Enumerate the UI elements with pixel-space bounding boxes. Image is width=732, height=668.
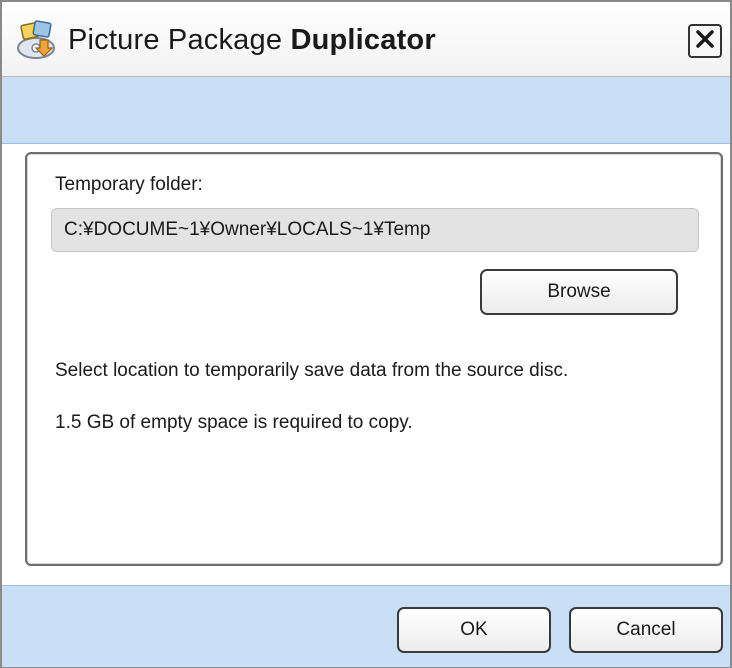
window-title: Picture Package Duplicator — [68, 24, 436, 57]
picture-package-icon — [12, 18, 60, 62]
header-band — [2, 77, 730, 144]
space-requirement-text: 1.5 GB of empty space is required to cop… — [55, 412, 413, 433]
cancel-button[interactable]: Cancel — [569, 607, 723, 653]
title-bold: Duplicator — [290, 24, 436, 56]
browse-button[interactable]: Browse — [480, 269, 678, 315]
title-bar: Picture Package Duplicator — [2, 2, 730, 77]
title-prefix: Picture Package — [68, 24, 291, 56]
temporary-folder-path: C:¥DOCUME~1¥Owner¥LOCALS~1¥Temp — [51, 208, 699, 252]
dialog-window: Picture Package Duplicator Temporary fol… — [0, 0, 732, 668]
ok-button[interactable]: OK — [397, 607, 551, 653]
temporary-folder-label: Temporary folder: — [55, 174, 203, 195]
close-icon — [695, 29, 715, 54]
description-text: Select location to temporarily save data… — [55, 360, 569, 381]
close-button[interactable] — [688, 24, 722, 58]
settings-panel: Temporary folder: C:¥DOCUME~1¥Owner¥LOCA… — [25, 152, 723, 566]
